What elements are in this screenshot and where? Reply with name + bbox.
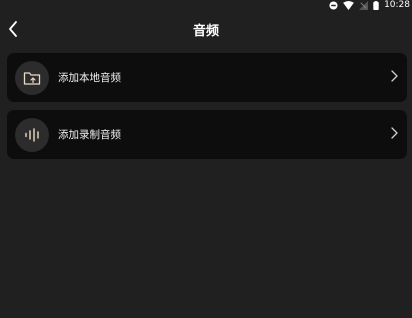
wifi-icon	[343, 0, 354, 10]
folder-upload-icon	[15, 60, 49, 95]
do-not-disturb-icon	[329, 0, 338, 10]
top-bar: 音频	[0, 12, 412, 46]
audio-wave-icon	[15, 117, 49, 152]
item-label: 添加录制音频	[58, 129, 121, 141]
status-time: 10:28	[384, 0, 410, 10]
audio-options-list: 添加本地音频 添加录制音频	[7, 53, 407, 167]
status-bar: 10:28	[329, 0, 412, 10]
signal-icon	[359, 0, 369, 10]
chevron-right-icon	[391, 70, 398, 82]
page-title: 音频	[192, 24, 219, 39]
battery-icon	[373, 0, 379, 10]
chevron-right-icon	[391, 127, 398, 139]
add-recorded-audio-item[interactable]: 添加录制音频	[7, 110, 407, 159]
item-label: 添加本地音频	[58, 72, 121, 84]
add-local-audio-item[interactable]: 添加本地音频	[7, 53, 407, 102]
